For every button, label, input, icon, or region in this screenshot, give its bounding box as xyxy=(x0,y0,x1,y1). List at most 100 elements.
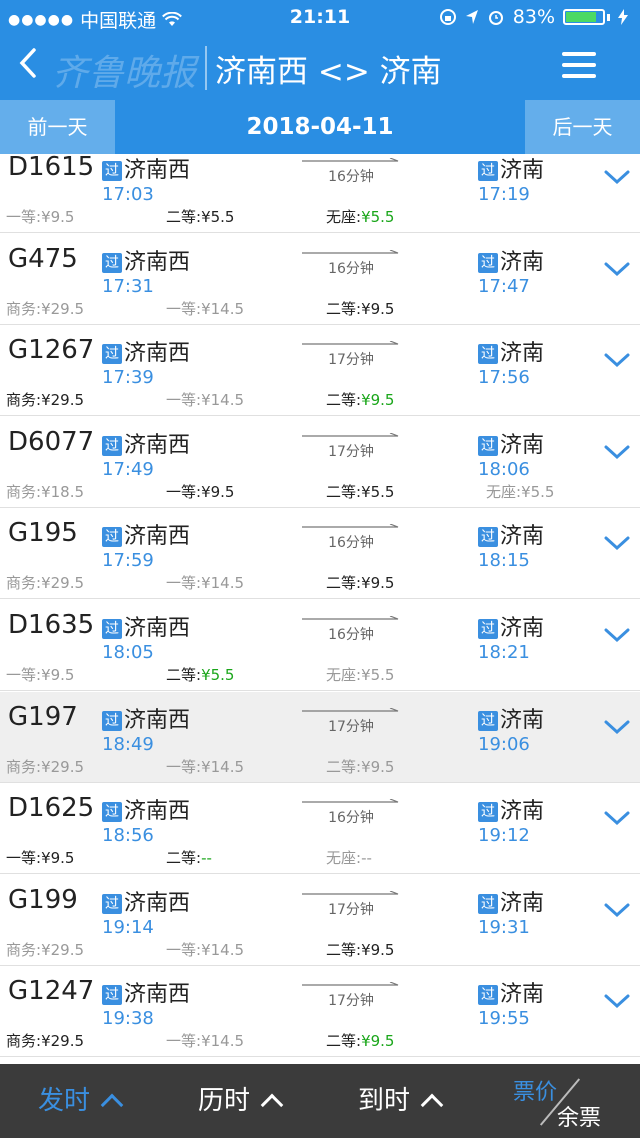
status-bar: ●●●●● 中国联通 21:11 83% xyxy=(0,0,640,34)
chevron-down-icon[interactable] xyxy=(602,166,632,188)
train-number: D1635 xyxy=(8,610,95,640)
station-name: 济南 xyxy=(500,341,545,367)
train-row[interactable]: G1267 过济南西 17:39 17分钟过济南 17:56 商务:¥29.5 一等:¥14… xyxy=(0,325,640,417)
pass-through-tag: 过 xyxy=(102,710,122,731)
pass-through-tag: 过 xyxy=(478,344,498,365)
pass-through-tag: 过 xyxy=(102,252,122,273)
menu-line xyxy=(562,63,596,67)
seat-label: 二等: xyxy=(166,849,202,868)
train-row[interactable]: G475 过济南西 17:31 16分钟过济南 17:47 商务:¥29.5 一等:¥14.… xyxy=(0,233,640,325)
train-number: G195 xyxy=(8,518,78,549)
departure-station: 过济南西 xyxy=(102,610,190,642)
train-row[interactable]: D1635 过济南西 18:05 16分钟过济南 18:21 一等:¥9.5 二等:¥5.5… xyxy=(0,600,640,691)
seat-class: 无座:-- xyxy=(326,847,372,868)
seat-label: 商务: xyxy=(6,391,42,410)
back-button[interactable] xyxy=(18,46,38,87)
seat-label: 商务: xyxy=(6,757,42,776)
seat-class: 商务:¥29.5 xyxy=(6,756,84,777)
sort-by-duration-tab[interactable]: 历时 xyxy=(198,1064,284,1138)
seat-class: 二等:¥5.5 xyxy=(166,664,234,685)
seat-label: 无座: xyxy=(486,482,522,501)
seat-label: 一等: xyxy=(6,208,42,226)
pass-through-tag: 过 xyxy=(478,985,498,1006)
departure-time: 17:31 xyxy=(102,275,154,297)
location-icon xyxy=(465,10,478,24)
price-tickets-toggle[interactable]: 票价 余票 xyxy=(505,1064,640,1138)
sort-by-arrival-tab[interactable]: 到时 xyxy=(358,1064,444,1138)
pass-through-tag: 过 xyxy=(478,710,498,731)
seat-class: 一等:¥14.5 xyxy=(166,572,244,593)
travel-duration: 16分钟 xyxy=(328,535,374,552)
chevron-down-icon[interactable] xyxy=(602,807,632,829)
chevron-down-icon[interactable] xyxy=(602,899,632,921)
seat-price: ¥9.5 xyxy=(361,391,395,410)
seat-label: 商务: xyxy=(6,574,42,593)
train-list[interactable]: D1615 过济南西 17:03 16分钟过济南 17:19 一等:¥9.5 二等:¥5.5… xyxy=(0,154,640,1064)
train-row[interactable]: D1615 过济南西 17:03 16分钟过济南 17:19 一等:¥9.5 二等:¥5.5… xyxy=(0,154,640,233)
departure-station: 过济南西 xyxy=(102,244,190,276)
seat-class: 商务:¥29.5 xyxy=(6,572,84,593)
seat-price: ¥29.5 xyxy=(41,299,85,318)
departure-time: 19:14 xyxy=(102,916,154,938)
menu-button[interactable] xyxy=(562,48,596,82)
arrival-station: 过济南 xyxy=(478,427,544,459)
seat-class: 二等:¥9.5 xyxy=(326,389,394,410)
seat-label: 二等: xyxy=(326,482,362,501)
menu-line xyxy=(562,74,596,78)
seat-price: ¥9.5 xyxy=(361,940,395,959)
arrival-time: 17:19 xyxy=(478,184,530,205)
train-number: G199 xyxy=(8,884,78,915)
chevron-down-icon[interactable] xyxy=(602,624,632,646)
pass-through-tag: 过 xyxy=(102,985,122,1006)
travel-duration: 17分钟 xyxy=(328,352,374,369)
seat-label: 二等: xyxy=(326,1032,362,1051)
price-label: 票价 xyxy=(513,1080,558,1105)
seat-price: ¥5.5 xyxy=(201,208,235,226)
train-row[interactable]: G1247 过济南西 19:38 17分钟过济南 19:55 商务:¥29.5 一等:¥14… xyxy=(0,966,640,1058)
pass-through-tag: 过 xyxy=(102,802,122,823)
chevron-down-icon[interactable] xyxy=(602,532,632,554)
arrival-station: 过济南 xyxy=(478,793,544,825)
train-row[interactable]: G199 过济南西 19:14 17分钟过济南 19:31 商务:¥29.5 一等:¥14.… xyxy=(0,874,640,966)
chevron-down-icon[interactable] xyxy=(602,716,632,738)
chevron-down-icon[interactable] xyxy=(602,349,632,371)
seat-price: ¥14.5 xyxy=(201,299,245,318)
train-row[interactable]: D6077 过济南西 17:49 17分钟过济南 18:06 商务:¥18.5 一等:¥9.… xyxy=(0,416,640,508)
station-name: 济南西 xyxy=(124,799,191,825)
seat-price: ¥9.5 xyxy=(41,208,75,226)
seat-label: 二等: xyxy=(326,940,362,959)
arrival-time: 17:47 xyxy=(478,275,530,297)
seat-label: 二等: xyxy=(166,208,202,226)
previous-day-button[interactable]: 前一天 xyxy=(0,100,115,154)
tab-label: 历时 xyxy=(198,1086,251,1116)
seat-price: ¥9.5 xyxy=(361,574,395,593)
station-name: 济南西 xyxy=(124,982,191,1008)
chevron-down-icon[interactable] xyxy=(602,441,632,463)
next-day-button[interactable]: 后一天 xyxy=(525,100,640,154)
pass-through-tag: 过 xyxy=(478,527,498,548)
seat-class: 一等:¥14.5 xyxy=(166,1030,244,1051)
train-row[interactable]: D1625 过济南西 18:56 16分钟过济南 19:12 一等:¥9.5 二等:-- 无座… xyxy=(0,783,640,875)
arrival-station: 过济南 xyxy=(478,244,544,276)
seat-label: 二等: xyxy=(326,757,362,776)
seat-label: 二等: xyxy=(326,391,362,410)
seat-class: 二等:¥5.5 xyxy=(326,481,394,502)
train-row[interactable]: G197 过济南西 18:49 17分钟过济南 19:06 商务:¥29.5 一等:¥14.… xyxy=(0,691,640,783)
seat-label: 一等: xyxy=(166,482,202,501)
train-number: D6077 xyxy=(8,426,95,457)
chevron-down-icon[interactable] xyxy=(602,258,632,280)
seat-price: ¥9.5 xyxy=(361,299,395,318)
chevron-down-icon[interactable] xyxy=(602,990,632,1012)
seat-class: 二等:¥9.5 xyxy=(326,298,394,319)
arrival-time: 17:56 xyxy=(478,367,530,389)
train-row[interactable]: G195 过济南西 17:59 16分钟过济南 18:15 商务:¥29.5 一等:¥14.… xyxy=(0,508,640,600)
pass-through-tag: 过 xyxy=(102,435,122,456)
seat-label: 商务: xyxy=(6,940,42,959)
arrival-station: 过济南 xyxy=(478,976,544,1008)
train-number: D1625 xyxy=(8,793,95,824)
travel-duration: 16分钟 xyxy=(328,169,374,185)
orientation-lock-icon xyxy=(439,9,456,25)
seat-class: 二等:¥9.5 xyxy=(326,1030,394,1051)
sort-by-departure-tab[interactable]: 发时 xyxy=(38,1064,124,1138)
selected-date[interactable]: 2018-04-11 xyxy=(115,100,525,154)
